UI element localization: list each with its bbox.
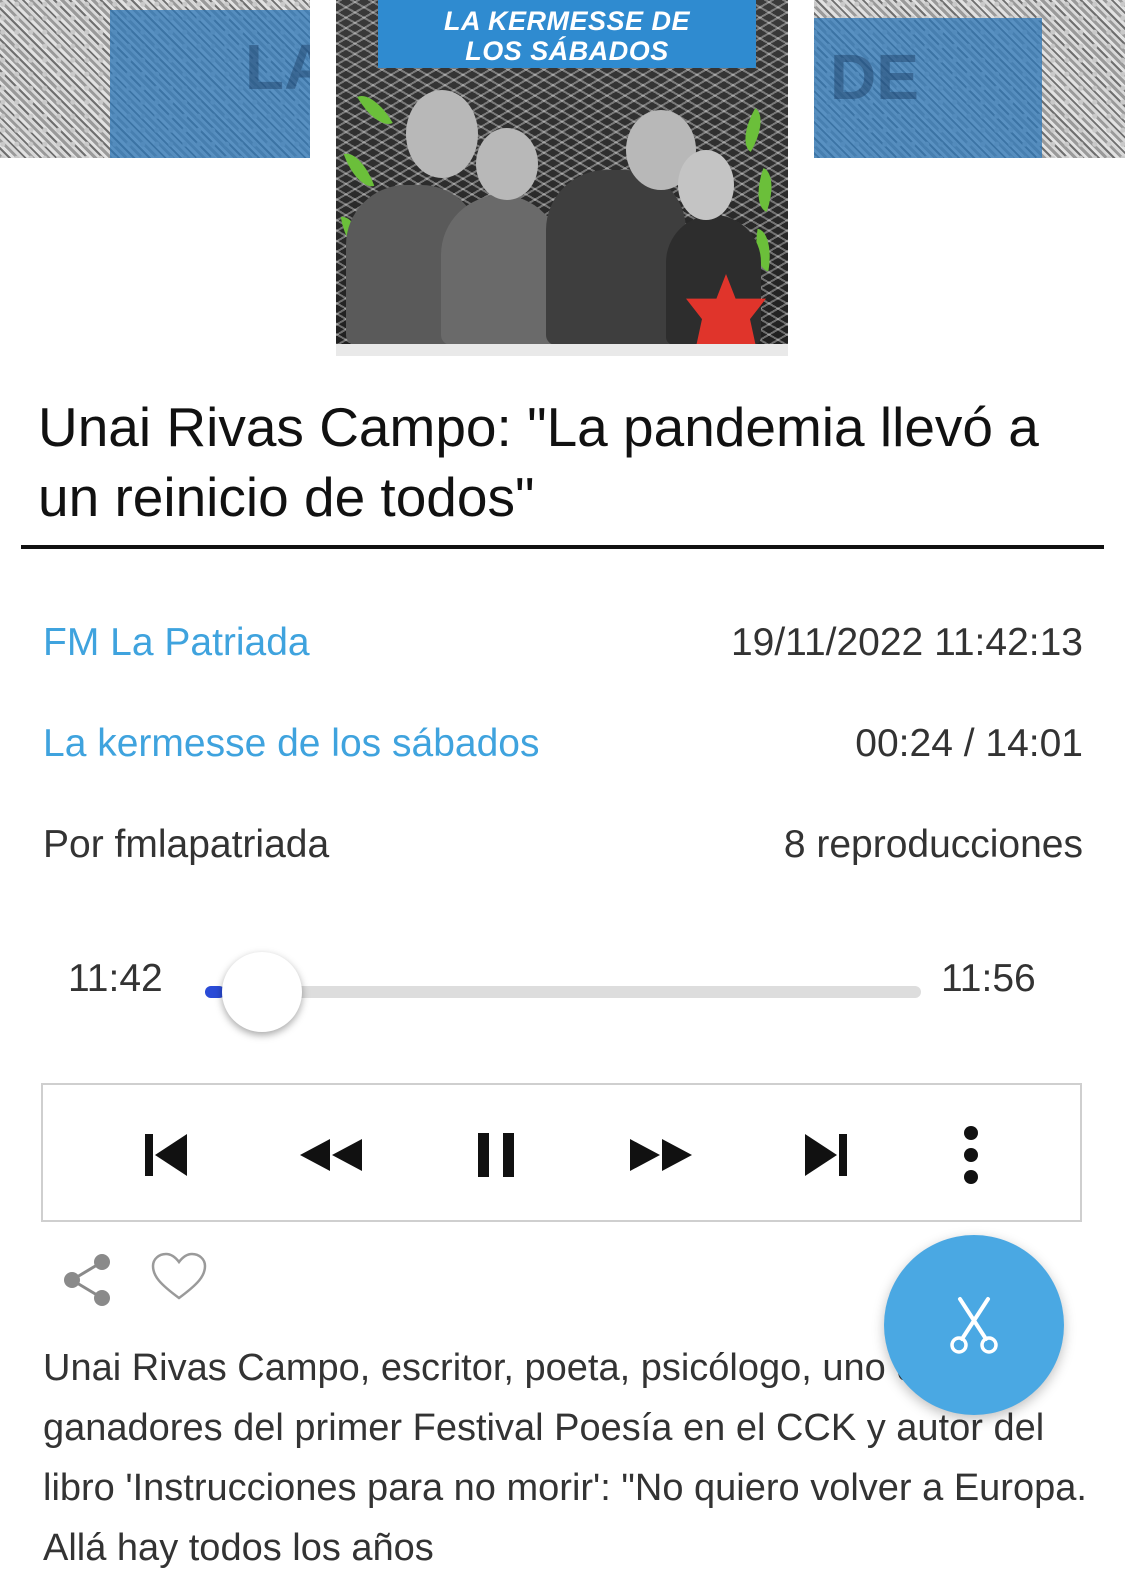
fast-forward-button[interactable] (626, 1120, 696, 1190)
pause-button[interactable] (461, 1120, 531, 1190)
play-count: 8 reproducciones (783, 823, 1083, 866)
author-label: Por fmlapatriada (43, 823, 330, 866)
end-time: 11:56 (941, 957, 1036, 1000)
more-vertical-icon (964, 1126, 978, 1184)
headline-divider (21, 545, 1104, 549)
progress-thumb[interactable] (222, 952, 302, 1032)
player-controls (41, 1083, 1082, 1222)
program-link[interactable]: La kermesse de los sábados (43, 714, 539, 774)
rewind-icon (300, 1139, 362, 1171)
start-time: 11:42 (68, 957, 163, 1000)
audio-detail-page: LA DE LA KERMESSE DE LOS SÁBADOS Unai Ri… (0, 0, 1125, 1589)
cover-background-right-text: DE (830, 41, 919, 113)
more-options-button[interactable] (936, 1120, 1006, 1190)
scissors-icon (950, 1297, 998, 1354)
meta-row-program: La kermesse de los sábados 00:24 / 14:01 (43, 714, 1083, 774)
skip-previous-icon (145, 1134, 187, 1176)
skip-next-button[interactable] (791, 1120, 861, 1190)
skip-next-icon (805, 1134, 847, 1176)
skip-previous-button[interactable] (131, 1120, 201, 1190)
progress-track[interactable] (205, 986, 921, 998)
meta-row-station: FM La Patriada 19/11/2022 11:42:13 (43, 613, 1083, 673)
like-button[interactable] (150, 1252, 210, 1312)
share-button[interactable] (60, 1252, 120, 1312)
rewind-button[interactable] (296, 1120, 366, 1190)
cover-title: LA KERMESSE DE LOS SÁBADOS (378, 0, 756, 68)
publish-datetime: 19/11/2022 11:42:13 (730, 621, 1083, 664)
fast-forward-icon (630, 1139, 692, 1171)
heart-outline-icon (151, 1252, 207, 1300)
pause-icon (478, 1133, 514, 1177)
cover-image: LA KERMESSE DE LOS SÁBADOS (336, 0, 788, 356)
station-link[interactable]: FM La Patriada (43, 613, 310, 673)
share-icon (64, 1254, 110, 1306)
article-headline: Unai Rivas Campo: "La pandemia llevó a u… (38, 396, 1039, 528)
playback-time: 00:24 / 14:01 (855, 722, 1083, 765)
clip-fab-button[interactable] (884, 1235, 1064, 1415)
meta-row-author: Por fmlapatriada 8 reproducciones (43, 815, 1083, 875)
